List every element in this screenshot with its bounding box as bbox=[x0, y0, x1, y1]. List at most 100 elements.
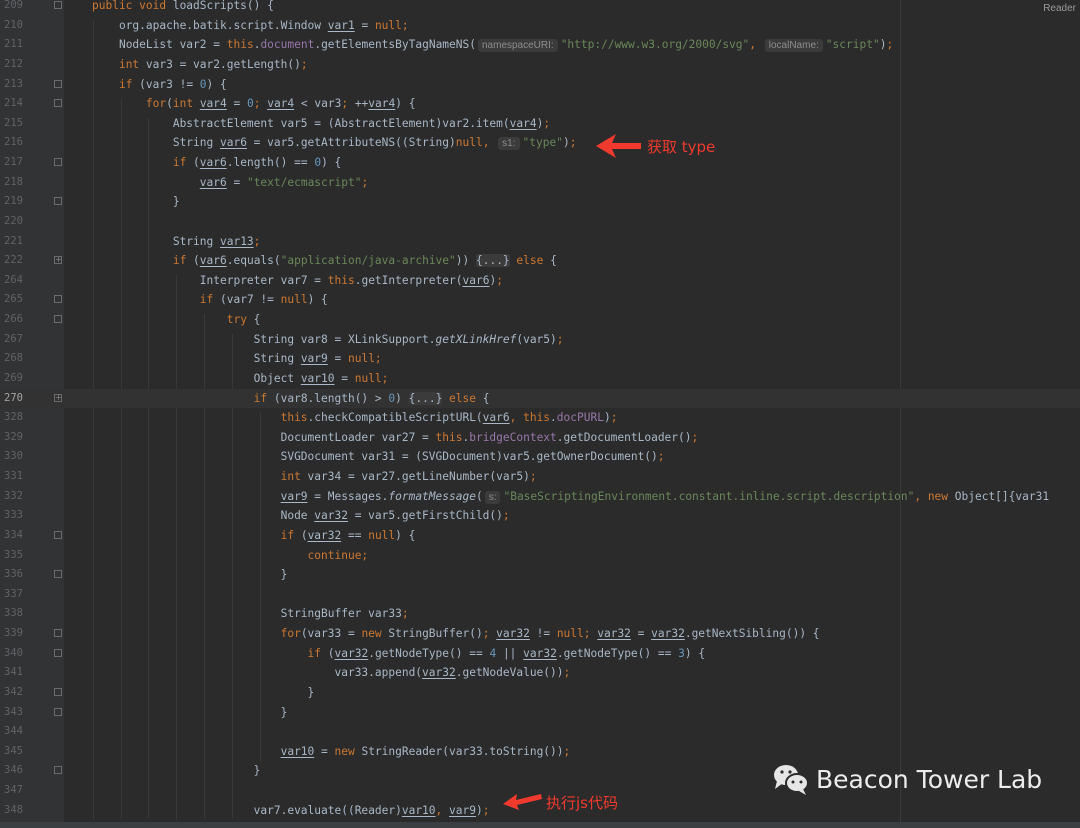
code-line[interactable]: 264 Interpreter var7 = this.getInterpret… bbox=[0, 271, 1080, 291]
code-line[interactable]: 265 if (var7 != null) { bbox=[0, 290, 1080, 310]
code-line[interactable]: 344 bbox=[0, 722, 1080, 742]
fold-collapse-icon[interactable] bbox=[54, 707, 62, 716]
code-line[interactable]: 345 var10 = new StringReader(var33.toStr… bbox=[0, 742, 1080, 762]
reader-mode-button[interactable]: Reader bbox=[1043, 3, 1076, 14]
string-literal: "BaseScriptingEnvironment.constant.inlin… bbox=[503, 489, 915, 503]
code-line[interactable]: 212 int var3 = var2.getLength(); bbox=[0, 55, 1080, 75]
keyword-token: null; bbox=[354, 371, 389, 385]
code-line[interactable]: 334 if (var32 == null) { bbox=[0, 526, 1080, 546]
keyword-token: ; bbox=[502, 509, 510, 523]
variable-token: var4 bbox=[368, 97, 396, 111]
line-number: 342 bbox=[4, 685, 23, 698]
code-token: .getNextSibling()) { bbox=[684, 627, 820, 640]
code-token: (var5) bbox=[516, 332, 557, 346]
code-line[interactable]: 269 Object var10 = null; bbox=[0, 369, 1080, 389]
code-line[interactable]: 335 continue; bbox=[0, 546, 1080, 566]
code-token: var33.append( bbox=[334, 666, 423, 680]
code-token: ( bbox=[327, 646, 335, 660]
code-token: String bbox=[253, 352, 301, 366]
fold-collapse-icon[interactable] bbox=[54, 315, 62, 323]
parameter-hint: s1: bbox=[498, 137, 520, 151]
code-token: ) bbox=[475, 803, 483, 817]
code-line[interactable]: 270 + if (var8.length() > 0) {...} else { bbox=[0, 388, 1080, 409]
folded-code-block[interactable]: {...} bbox=[408, 391, 443, 405]
code-line[interactable]: 328 this.checkCompatibleScriptURL(var6, … bbox=[0, 408, 1080, 428]
code-line[interactable]: 336 } bbox=[0, 565, 1080, 585]
code-line[interactable]: 329 DocumentLoader var27 = this.bridgeCo… bbox=[0, 428, 1080, 448]
code-line[interactable]: 267 String var8 = XLinkSupport.getXLinkH… bbox=[0, 330, 1080, 350]
folded-code-block[interactable]: {...} bbox=[475, 254, 510, 268]
code-line[interactable]: 221 String var13; bbox=[0, 232, 1080, 252]
fold-collapse-icon[interactable] bbox=[54, 530, 62, 539]
code-token: Object bbox=[253, 371, 301, 385]
code-line[interactable]: 331 int var34 = var27.getLineNumber(var5… bbox=[0, 467, 1080, 487]
variable-token: var6 bbox=[482, 411, 510, 425]
code-token: { bbox=[550, 254, 557, 268]
code-line[interactable]: 218 var6 = "text/ecmascript"; bbox=[0, 173, 1080, 193]
code-line[interactable]: 339 for(var33 = new StringBuffer(); var3… bbox=[0, 624, 1080, 644]
code-line[interactable]: 337 bbox=[0, 585, 1080, 605]
code-text: if (var32.getNodeType() == 4 || var32.ge… bbox=[92, 644, 706, 664]
code-line[interactable]: 266 try { bbox=[0, 310, 1080, 330]
variable-token: var32 bbox=[496, 627, 530, 640]
code-line[interactable]: 220 bbox=[0, 212, 1080, 232]
line-number: 217 bbox=[4, 156, 23, 168]
code-editor[interactable]: 209 public void loadScripts() {210 org.ap… bbox=[0, 0, 1080, 820]
code-line[interactable]: 332 var9 = Messages.formatMessage(s: "Bas… bbox=[0, 487, 1080, 507]
line-number: 348 bbox=[4, 803, 23, 816]
fold-collapse-icon[interactable] bbox=[54, 648, 62, 657]
code-line[interactable]: 330 SVGDocument var31 = (SVGDocument)var… bbox=[0, 447, 1080, 467]
code-text: String var13; bbox=[92, 232, 261, 252]
code-line[interactable]: 219 } bbox=[0, 192, 1080, 212]
variable-token: var32 bbox=[334, 646, 369, 660]
code-text: DocumentLoader var27 = this.bridgeContex… bbox=[92, 428, 699, 448]
code-line[interactable]: 333 Node var32 = var5.getFirstChild(); bbox=[0, 506, 1080, 526]
code-line[interactable]: 211 NodeList var2 = this.document.getEle… bbox=[0, 35, 1080, 55]
code-line[interactable]: 341 var33.append(var32.getNodeValue()); bbox=[0, 663, 1080, 683]
code-line[interactable]: 213 if (var3 != 0) { bbox=[0, 75, 1080, 95]
code-token: { bbox=[482, 391, 490, 405]
keyword-token: if bbox=[118, 77, 140, 91]
code-line[interactable]: 343 } bbox=[0, 703, 1080, 723]
code-line[interactable]: 222 + if (var6.equals("application/java-a… bbox=[0, 251, 1080, 271]
keyword-token: if bbox=[199, 293, 220, 307]
fold-expand-icon[interactable]: + bbox=[54, 256, 62, 265]
fold-collapse-icon[interactable] bbox=[54, 1, 62, 9]
code-token: ++ bbox=[354, 97, 369, 111]
keyword-token: this bbox=[327, 273, 355, 287]
fold-collapse-icon[interactable] bbox=[54, 687, 62, 696]
fold-collapse-icon[interactable] bbox=[54, 197, 62, 206]
fold-collapse-icon[interactable] bbox=[54, 99, 62, 108]
code-line[interactable]: 209 public void loadScripts() { bbox=[0, 0, 1080, 16]
fold-collapse-icon[interactable] bbox=[54, 79, 62, 88]
variable-token: var32 bbox=[422, 666, 456, 680]
keyword-token: ; bbox=[482, 627, 497, 640]
code-token: Node bbox=[280, 509, 315, 523]
fold-collapse-icon[interactable] bbox=[54, 629, 62, 637]
code-text: if (var6.length() == 0) { bbox=[92, 153, 341, 173]
annotation-get-type: 获取 type bbox=[647, 138, 716, 156]
code-line[interactable]: 210 org.apache.batik.script.Window var1 … bbox=[0, 16, 1080, 36]
code-line[interactable]: 338 StringBuffer var33; bbox=[0, 604, 1080, 624]
string-literal: "script" bbox=[825, 38, 880, 52]
fold-collapse-icon[interactable] bbox=[54, 295, 62, 304]
code-line[interactable]: 340 if (var32.getNodeType() == 4 || var3… bbox=[0, 644, 1080, 664]
code-line[interactable]: 342 } bbox=[0, 683, 1080, 703]
fold-collapse-icon[interactable] bbox=[54, 158, 62, 166]
horizontal-scrollbar[interactable] bbox=[0, 822, 1080, 828]
code-token: = bbox=[226, 175, 247, 189]
fold-collapse-icon[interactable] bbox=[54, 766, 62, 775]
code-line[interactable]: 214 for(int var4 = 0; var4 < var3; ++var… bbox=[0, 94, 1080, 114]
code-line[interactable]: 215 AbstractElement var5 = (AbstractElem… bbox=[0, 114, 1080, 134]
code-line[interactable]: 268 String var9 = null; bbox=[0, 349, 1080, 369]
line-number: 267 bbox=[4, 332, 23, 345]
code-token: ) { bbox=[684, 646, 706, 660]
code-token: Interpreter var7 = bbox=[199, 273, 328, 287]
fold-expand-icon[interactable]: + bbox=[54, 393, 62, 402]
line-number: 269 bbox=[4, 371, 23, 384]
fold-collapse-icon[interactable] bbox=[54, 570, 62, 579]
code-line[interactable]: 217 if (var6.length() == 0) { bbox=[0, 153, 1080, 173]
variable-token: var4 bbox=[509, 116, 537, 130]
code-line[interactable]: 216 String var6 = var5.getAttributeNS((S… bbox=[0, 133, 1080, 153]
keyword-token: ; bbox=[543, 116, 551, 130]
